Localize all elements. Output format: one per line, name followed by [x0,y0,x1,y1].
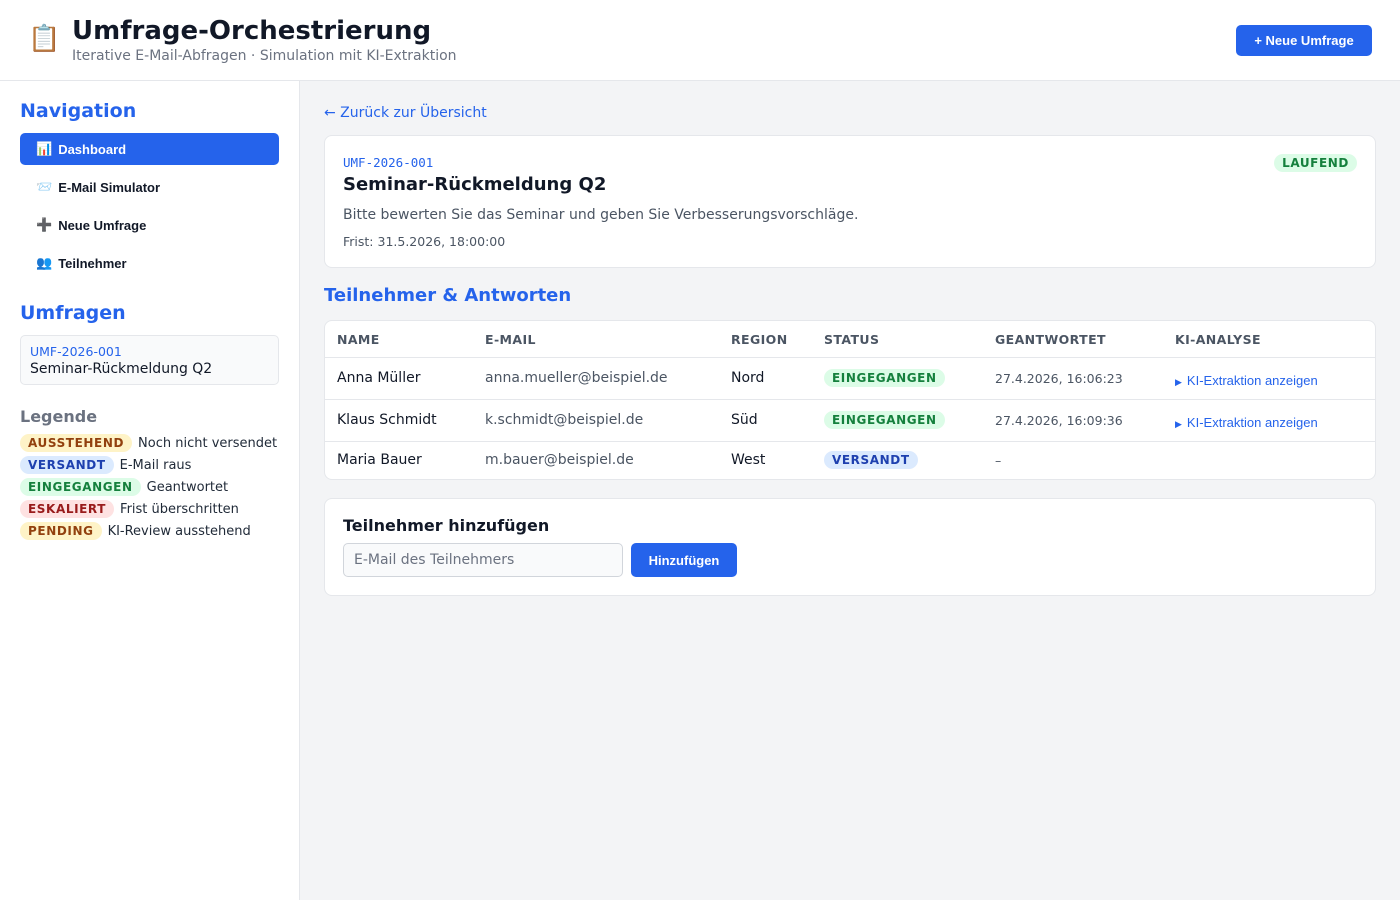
add-participant-card: Teilnehmer hinzufügen Hinzufügen [324,498,1376,596]
cell-name: Klaus Schmidt [337,412,437,428]
ki-extraction-toggle[interactable]: ▶ KI-Extraktion anzeigen [1175,415,1318,430]
cell-email: k.schmidt@beispiel.de [485,412,644,428]
column-header-answered: GEANTWORTET [995,332,1106,347]
cell-name: Maria Bauer [337,452,422,468]
add-participant-title: Teilnehmer hinzufügen [343,516,550,535]
column-header-status: STATUS [824,332,880,347]
sidebar: Navigation 📊 Dashboard 📨 E-Mail Simulato… [0,81,300,900]
status-badge: VERSANDT [20,456,114,474]
ki-extraction-link-label: KI-Extraktion anzeigen [1186,415,1318,430]
legend-text: Geantwortet [146,479,229,495]
chart-icon: 📊 [36,141,53,156]
legend-text: Frist überschritten [120,501,239,517]
plus-icon: ➕ [36,217,53,232]
legend-item: EINGEGANGEN Geantwortet [20,478,228,496]
legend-text: KI-Review ausstehend [107,523,251,539]
ki-extraction-toggle[interactable]: ▶ KI-Extraktion anzeigen [1175,373,1318,388]
legend-item: ESKALIERT Frist überschritten [20,500,239,518]
app-title: Umfrage-Orchestrierung [72,16,432,46]
cell-region: West [731,452,766,468]
new-survey-button[interactable]: + Neue Umfrage [1236,25,1372,56]
status-badge: EINGEGANGEN [824,411,945,429]
row-divider [325,357,1375,358]
survey-name: Seminar-Rückmeldung Q2 [30,361,213,377]
people-icon: 👥 [36,255,53,270]
legend-item: PENDING KI-Review ausstehend [20,522,251,540]
triangle-right-icon: ▶ [1175,377,1182,387]
nav-item-label: Neue Umfrage [58,217,147,233]
column-header-email: E-MAIL [485,332,536,347]
legend-item: AUSSTEHEND Noch nicht versendet [20,434,277,452]
survey-description: Bitte bewerten Sie das Seminar und geben… [343,207,859,223]
participants-section-title: Teilnehmer & Antworten [324,285,572,306]
cell-region: Süd [731,412,758,428]
participants-table: NAME E-MAIL REGION STATUS GEANTWORTET KI… [324,320,1376,480]
cell-answered-time: – [995,453,1002,468]
status-badge: LAUFEND [1274,154,1357,172]
back-to-overview-link[interactable]: ← Zurück zur Übersicht [324,104,487,122]
add-participant-button[interactable]: Hinzufügen [631,543,737,577]
nav-item-dashboard[interactable]: 📊 Dashboard [20,133,279,165]
row-divider [325,399,1375,400]
participant-email-input[interactable] [343,543,623,577]
app-header: 📋 Umfrage-Orchestrierung Iterative E-Mai… [0,0,1400,81]
survey-id: UMF-2026-001 [30,344,122,359]
row-divider [325,441,1375,442]
status-badge: VERSANDT [824,451,918,469]
nav-item-label: E-Mail Simulator [58,179,161,195]
surveys-section-title: Umfragen [20,302,126,324]
column-header-name: NAME [337,332,380,347]
legend-text: Noch nicht versendet [138,435,278,451]
cell-email: m.bauer@beispiel.de [485,452,634,468]
cell-answered-time: 27.4.2026, 16:06:23 [995,371,1123,386]
nav-item-label: Dashboard [58,141,127,157]
app-subtitle: Iterative E-Mail-Abfragen · Simulation m… [72,48,457,64]
legend-item: VERSANDT E-Mail raus [20,456,191,474]
cell-answered-time: 27.4.2026, 16:09:36 [995,413,1123,428]
envelope-icon: 📨 [36,179,53,194]
status-badge: EINGEGANGEN [20,478,141,496]
column-header-region: REGION [731,332,788,347]
status-badge: ESKALIERT [20,500,115,518]
status-badge: AUSSTEHEND [20,434,133,452]
nav-item-new-survey[interactable]: ➕ Neue Umfrage [20,209,279,241]
cell-name: Anna Müller [337,370,421,386]
status-badge: EINGEGANGEN [824,369,945,387]
nav-section-title: Navigation [20,100,137,122]
column-header-ki-analysis: KI-ANALYSE [1175,332,1261,347]
survey-title: Seminar-Rückmeldung Q2 [343,174,607,195]
survey-deadline: Frist: 31.5.2026, 18:00:00 [343,234,506,249]
nav-item-participants[interactable]: 👥 Teilnehmer [20,247,279,279]
legend-title: Legende [20,407,98,426]
survey-id: UMF-2026-001 [343,155,434,170]
survey-list-item[interactable]: UMF-2026-001 Seminar-Rückmeldung Q2 [20,335,279,385]
ki-extraction-link-label: KI-Extraktion anzeigen [1186,373,1318,388]
survey-detail-card: UMF-2026-001 Seminar-Rückmeldung Q2 Bitt… [324,135,1376,268]
cell-email: anna.mueller@beispiel.de [485,370,668,386]
cell-region: Nord [731,370,765,386]
nav-item-email-simulator[interactable]: 📨 E-Mail Simulator [20,171,279,203]
status-badge: PENDING [20,522,102,540]
legend-text: E-Mail raus [119,457,192,473]
triangle-right-icon: ▶ [1175,419,1182,429]
clipboard-icon: 📋 [28,24,61,54]
nav-item-label: Teilnehmer [58,255,127,271]
